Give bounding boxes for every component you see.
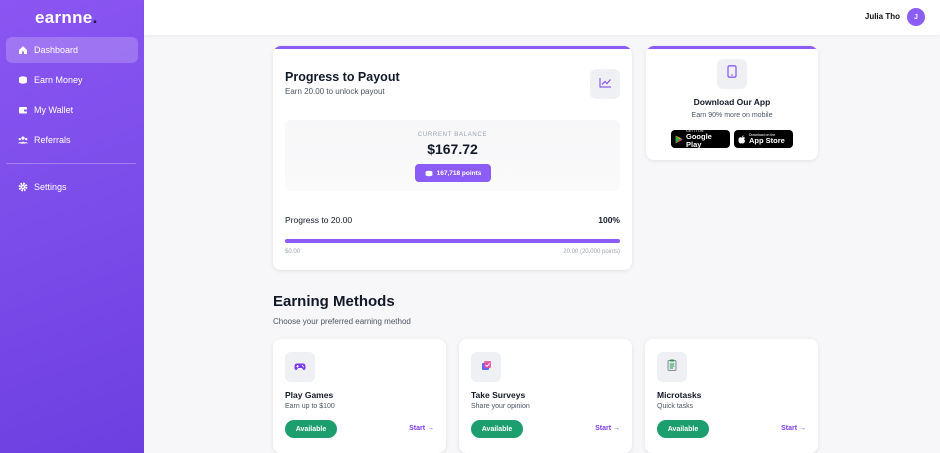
progress-percent: 100%	[598, 215, 620, 225]
app-subtitle: Earn 90% more on mobile	[691, 112, 773, 119]
method-card-games[interactable]: Play Games Earn up to $100 Available Sta…	[273, 339, 446, 453]
sidebar-item-settings[interactable]: Settings	[6, 174, 138, 200]
method-icon-box	[657, 352, 687, 382]
sidebar: earnne. Dashboard Earn Money My Wallet R…	[0, 0, 144, 453]
start-link[interactable]: Start →	[595, 425, 620, 432]
coins-icon	[425, 170, 433, 177]
brand-dot: .	[92, 8, 98, 27]
payout-progress-card: Progress to Payout Earn 20.00 to unlock …	[273, 46, 632, 270]
method-subtitle: Earn up to $100	[285, 403, 335, 410]
brand-logo[interactable]: earnne.	[35, 8, 98, 28]
progress-fill	[285, 239, 620, 243]
progress-range-min: $0.00	[285, 249, 301, 255]
clipboard-icon	[667, 358, 677, 376]
download-app-card: Download Our App Earn 90% more on mobile…	[646, 46, 818, 160]
sidebar-item-my-wallet[interactable]: My Wallet	[6, 97, 138, 123]
survey-icon	[481, 358, 492, 376]
sidebar-item-label: Dashboard	[34, 45, 79, 55]
method-card-microtasks[interactable]: Microtasks Quick tasks Available Start →	[645, 339, 818, 453]
users-icon	[18, 135, 28, 145]
method-icon-box	[285, 352, 315, 382]
method-subtitle: Share your opinion	[471, 403, 530, 410]
balance-label: CURRENT BALANCE	[417, 132, 488, 138]
sidebar-item-label: Referrals	[34, 135, 71, 145]
phone-icon	[727, 65, 737, 83]
google-play-label: Google Play	[686, 132, 712, 149]
avatar[interactable]: J	[907, 8, 925, 26]
apple-icon	[738, 134, 746, 144]
google-play-button[interactable]: GET IT ON Google Play	[671, 129, 730, 149]
wallet-icon	[18, 105, 28, 115]
payout-subtitle: Earn 20.00 to unlock payout	[285, 87, 385, 96]
sidebar-item-label: My Wallet	[34, 105, 74, 115]
available-badge: Available	[657, 420, 709, 438]
start-link[interactable]: Start →	[781, 425, 806, 432]
available-badge: Available	[471, 420, 523, 438]
method-subtitle: Quick tasks	[657, 403, 694, 410]
earning-methods-subtitle: Choose your preferred earning method	[273, 317, 411, 326]
progress-label: Progress to 20.00	[285, 215, 353, 225]
sidebar-item-label: Earn Money	[34, 75, 83, 85]
coins-icon	[18, 75, 28, 85]
progress-bar	[285, 239, 620, 243]
points-badge: 167,718 points	[415, 164, 491, 182]
sidebar-item-label: Settings	[34, 182, 67, 192]
payout-title: Progress to Payout	[285, 70, 400, 84]
gear-icon	[18, 182, 28, 192]
gamepad-icon	[294, 358, 306, 376]
chart-line-icon	[598, 75, 612, 93]
phone-icon-box	[717, 59, 747, 89]
home-icon	[18, 45, 28, 55]
points-value: 167,718 points	[436, 169, 482, 177]
method-card-surveys[interactable]: Take Surveys Share your opinion Availabl…	[459, 339, 632, 453]
balance-value: $167.72	[427, 141, 478, 157]
app-title: Download Our App	[693, 97, 771, 107]
app-store-label: App Store	[749, 136, 785, 145]
sidebar-item-dashboard[interactable]: Dashboard	[6, 37, 138, 63]
method-icon-box	[471, 352, 501, 382]
sidebar-item-earn-money[interactable]: Earn Money	[6, 67, 138, 93]
method-title: Take Surveys	[471, 390, 526, 400]
progress-range-max: 20.00 (20,000 points)	[563, 249, 620, 255]
google-play-icon	[675, 135, 683, 144]
top-header: Julia Tho J	[144, 0, 940, 35]
user-name[interactable]: Julia Tho	[865, 12, 900, 21]
sidebar-item-referrals[interactable]: Referrals	[6, 127, 138, 153]
start-link[interactable]: Start →	[409, 425, 434, 432]
balance-box: CURRENT BALANCE $167.72 167,718 points	[285, 120, 620, 191]
method-title: Microtasks	[657, 390, 702, 400]
chart-button[interactable]	[590, 69, 620, 99]
brand-name: earnne	[35, 8, 93, 27]
method-title: Play Games	[285, 390, 334, 400]
earning-methods-title: Earning Methods	[273, 293, 395, 310]
available-badge: Available	[285, 420, 337, 438]
sidebar-divider	[6, 163, 136, 164]
app-store-button[interactable]: Download on the App Store	[734, 130, 793, 148]
